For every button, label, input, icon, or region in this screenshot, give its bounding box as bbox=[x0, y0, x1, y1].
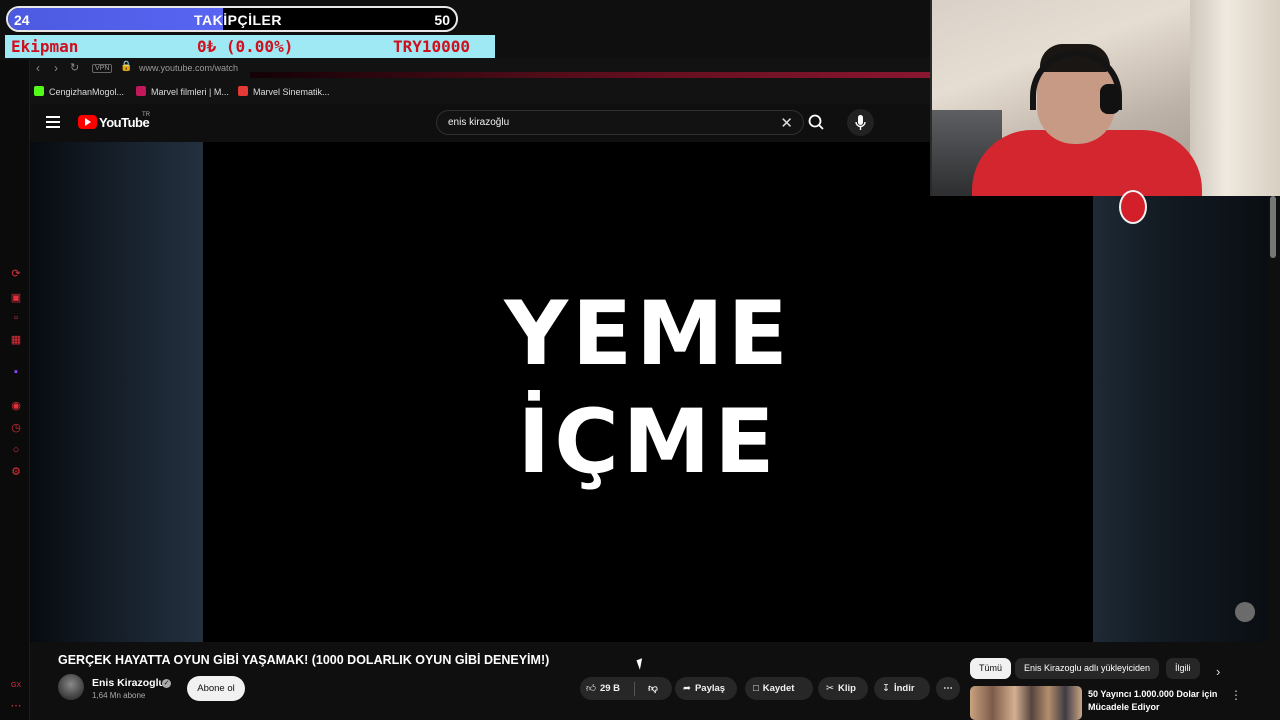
like-button[interactable]: 👍︎ 29 B bbox=[582, 677, 620, 700]
channel-avatar[interactable] bbox=[58, 674, 84, 700]
back-icon[interactable]: ‹ bbox=[36, 61, 40, 75]
more-horizontal-icon: ⋯ bbox=[943, 683, 953, 694]
sidebar-refresh-icon[interactable]: ⟳ bbox=[10, 268, 22, 280]
reload-icon[interactable]: ↻ bbox=[70, 61, 79, 74]
recommendation-thumbnail[interactable] bbox=[970, 686, 1082, 720]
video-overlay-text-line2: İÇME bbox=[517, 390, 779, 493]
followers-goal-bar: 24 TAKİPÇİLER 50 bbox=[6, 6, 458, 32]
youtube-logo-icon[interactable] bbox=[78, 115, 97, 129]
settings-icon[interactable]: ⚙ bbox=[10, 466, 22, 478]
bookmark-item[interactable]: Marvel filmleri | M... bbox=[136, 86, 229, 97]
search-query[interactable]: enis kirazoğlu bbox=[448, 117, 509, 128]
subscribe-button[interactable]: Abone ol bbox=[187, 676, 245, 701]
scissors-icon: ✂ bbox=[826, 683, 834, 694]
followers-goal: 50 bbox=[434, 12, 450, 28]
sidebar-bag-icon[interactable]: ▣ bbox=[10, 292, 22, 304]
address-bar-accent bbox=[250, 72, 930, 78]
webcam-feed bbox=[930, 0, 1280, 196]
url-text[interactable]: www.youtube.com/watch bbox=[139, 63, 238, 73]
equipment-donation-bar: Ekipman 0₺ (0.00%) TRY10000 bbox=[5, 35, 495, 59]
equipment-amount: 0₺ (0.00%) bbox=[197, 37, 294, 56]
bookmark-item[interactable]: CengizhanMogol... bbox=[34, 86, 124, 97]
followers-progress-fill bbox=[8, 8, 224, 30]
chip-uploader[interactable]: Enis Kirazoglu adlı yükleyiciden bbox=[1015, 658, 1160, 679]
more-vertical-icon[interactable]: ⋮ bbox=[1230, 688, 1242, 702]
twitch-icon[interactable]: ▪ bbox=[10, 366, 22, 378]
equipment-target: TRY10000 bbox=[393, 37, 471, 56]
bookmark-favicon-icon bbox=[136, 86, 146, 96]
bookmark-icon: □ bbox=[753, 683, 759, 694]
headset-earcup bbox=[1100, 84, 1120, 114]
lock-icon[interactable]: 🔒 bbox=[120, 61, 132, 72]
vpn-badge[interactable]: VPN bbox=[92, 64, 113, 73]
verified-icon: ✓ bbox=[162, 679, 171, 688]
search-icon bbox=[808, 114, 824, 130]
clip-button[interactable]: ✂ Klip bbox=[818, 677, 868, 700]
more-actions-button[interactable]: ⋯ bbox=[936, 677, 960, 700]
subscriber-count: 1,64 Mn abone bbox=[92, 691, 146, 700]
video-player[interactable]: YEME İÇME bbox=[30, 142, 1268, 642]
sidebar-message-icon[interactable]: ○ bbox=[10, 444, 22, 456]
recommendation-title[interactable]: 50 Yayıncı 1.000.000 Dolar için Mücadele… bbox=[1088, 688, 1228, 714]
share-icon: ➦ bbox=[683, 683, 691, 694]
download-icon: ↧ bbox=[882, 683, 890, 694]
equipment-label: Ekipman bbox=[11, 37, 79, 56]
voice-search-button[interactable] bbox=[847, 109, 874, 136]
mouse-cursor-icon bbox=[636, 658, 646, 670]
sidebar-play-icon[interactable]: ◉ bbox=[10, 400, 22, 412]
chip-related[interactable]: İlgili bbox=[1166, 658, 1200, 679]
region-code: TR bbox=[142, 112, 150, 118]
gx-icon[interactable]: GX bbox=[10, 680, 22, 692]
followers-current: 24 bbox=[14, 12, 30, 28]
like-divider bbox=[634, 682, 635, 696]
followers-label: TAKİPÇİLER bbox=[194, 12, 282, 28]
clear-search-icon[interactable]: ✕ bbox=[780, 114, 793, 132]
sidebar-chat-icon[interactable]: ▫ bbox=[10, 312, 22, 324]
bookmarks-bar: CengizhanMogol... Marvel filmleri | M...… bbox=[0, 80, 930, 104]
stream-logo-icon bbox=[1119, 190, 1147, 224]
video-ambient-left bbox=[30, 142, 203, 642]
microphone-icon bbox=[855, 115, 866, 130]
video-overlay-text-line1: YEME bbox=[504, 282, 792, 385]
forward-icon[interactable]: › bbox=[54, 61, 58, 75]
avatar[interactable] bbox=[1235, 602, 1255, 622]
scrollbar-thumb[interactable] bbox=[1270, 196, 1276, 258]
more-icon[interactable]: ⋯ bbox=[10, 700, 22, 712]
clock-icon[interactable]: ◷ bbox=[10, 422, 22, 434]
like-count: 29 B bbox=[599, 683, 621, 694]
sidebar-news-icon[interactable]: ▦ bbox=[10, 334, 22, 346]
bookmark-favicon-icon bbox=[238, 86, 248, 96]
browser-sidebar: ⟳ ▣ ▫ ▦ ▪ ◉ ◷ ○ ⚙ GX ⋯ bbox=[0, 60, 30, 720]
bookmark-item[interactable]: Marvel Sinematik... bbox=[238, 86, 330, 97]
thumbs-up-icon: 👍︎ bbox=[586, 683, 596, 694]
save-button[interactable]: □ Kaydet bbox=[745, 677, 813, 700]
search-input[interactable]: enis kirazoğlu ✕ bbox=[436, 110, 804, 135]
search-button[interactable] bbox=[802, 110, 830, 135]
video-title: GERÇEK HAYATTA OYUN GİBİ YAŞAMAK! (1000 … bbox=[58, 653, 550, 667]
menu-icon[interactable] bbox=[46, 116, 60, 128]
video-ambient-right bbox=[1093, 142, 1268, 642]
kick-icon bbox=[34, 86, 44, 96]
channel-name[interactable]: Enis Kirazoglu bbox=[92, 677, 165, 689]
share-button[interactable]: ➦ Paylaş bbox=[675, 677, 737, 700]
video-frame[interactable]: YEME İÇME bbox=[203, 142, 1093, 642]
chevron-right-icon[interactable]: › bbox=[1216, 664, 1220, 679]
thumbs-down-icon: 👎︎ bbox=[648, 683, 658, 694]
webcam-curtain bbox=[1190, 0, 1280, 196]
download-button[interactable]: ↧ İndir bbox=[874, 677, 930, 700]
dislike-button[interactable]: 👎︎ bbox=[640, 677, 666, 700]
chip-all[interactable]: Tümü bbox=[970, 658, 1012, 679]
